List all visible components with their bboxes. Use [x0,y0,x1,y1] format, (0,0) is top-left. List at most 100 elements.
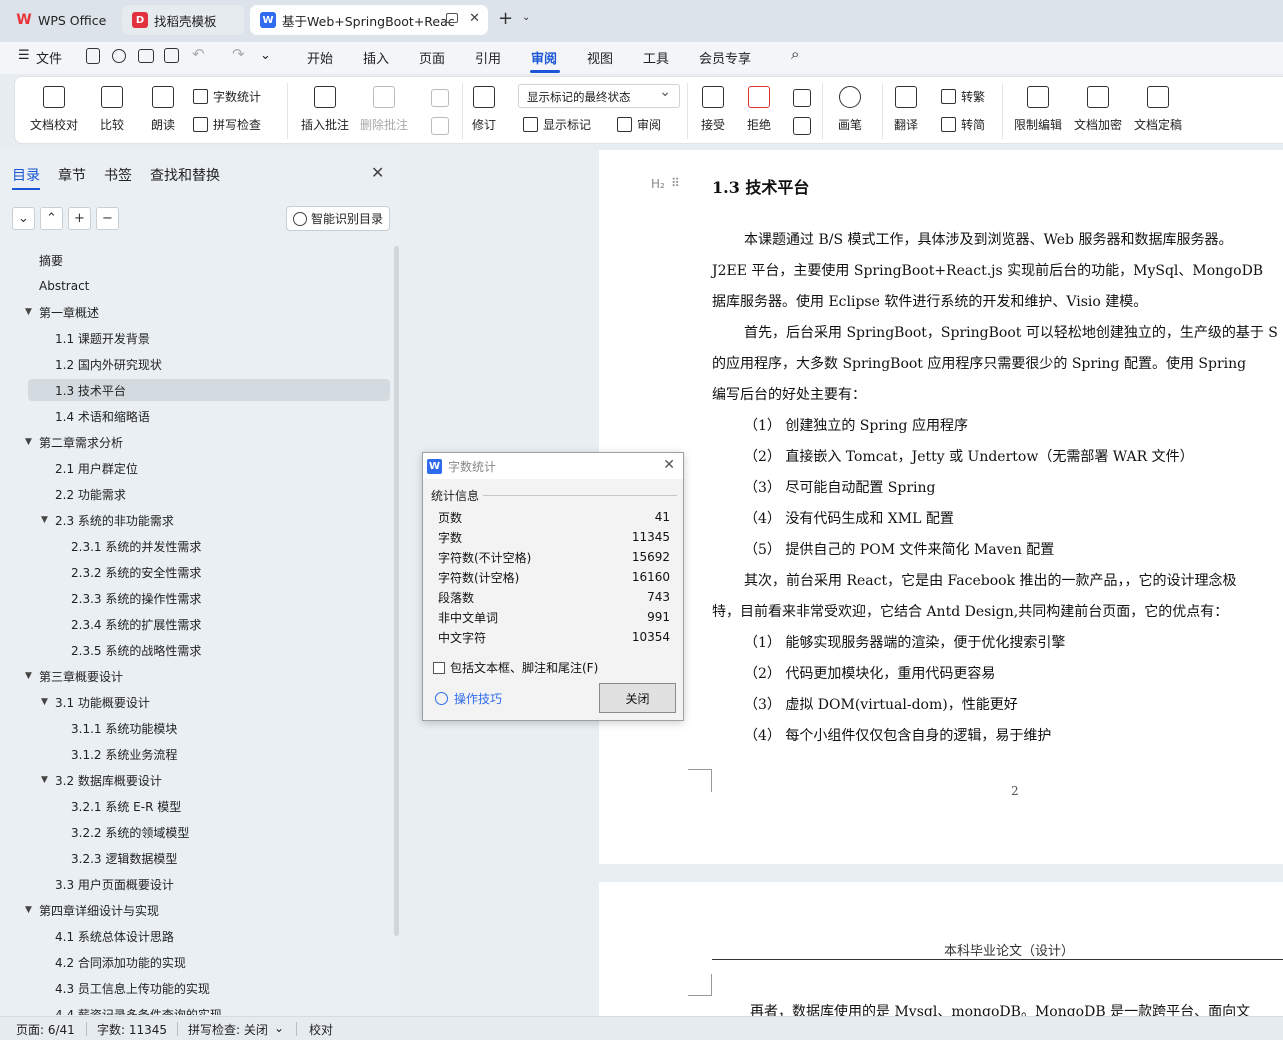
next-change-icon[interactable] [793,117,811,135]
writer-doc-icon: W [260,12,276,28]
collapse-all-button[interactable]: ⌃ [40,207,63,230]
expand-arrow-icon[interactable]: ▼ [41,515,48,525]
chevron-down-icon[interactable]: ⌄ [274,1021,284,1035]
include-textbox-checkbox[interactable]: 包括文本框、脚注和尾注(F) [433,659,598,676]
expand-all-button[interactable]: ⌄ [12,207,35,230]
ink-button[interactable]: 画笔 [838,86,862,133]
redo-icon[interactable]: ↷ [232,45,245,63]
more-chevron-icon[interactable]: ⌄ [260,48,271,63]
insert-comment-button[interactable]: 插入批注 [301,86,349,133]
tab-wps-office[interactable]: W WPS Office [6,5,116,35]
expand-arrow-icon[interactable]: ▼ [25,671,32,681]
translate-button[interactable]: 翻译 [894,86,918,133]
body-text-line: 据库服务器。使用 Eclipse 软件进行系统的开发和维护、Visio 建模。 [712,294,1148,310]
close-button[interactable]: 关闭 [599,683,676,713]
word-count-button[interactable]: 字数统计 [193,88,261,105]
menu-bar: ☰ 文件 ↶ ↷ ⌄ 开始 插入 页面 引用 审阅 视图 工具 会员专享 ⌕ [0,42,1283,74]
docer-logo-icon: D [132,12,148,28]
chevron-down-icon[interactable]: ⌄ [522,12,530,23]
close-panel-icon[interactable]: ✕ [371,163,384,182]
menu-file[interactable]: 文件 [36,48,62,67]
print-icon[interactable] [138,49,154,63]
tab-bookmarks[interactable]: 书签 [104,165,132,185]
page-indicator[interactable]: 页面: 6/41 [16,1021,75,1038]
previous-comment-icon[interactable] [431,89,449,107]
tips-link[interactable]: 操作技巧 [435,690,502,707]
stat-label: 中文字符 [438,630,487,645]
drag-handle-icon[interactable]: ⠿ [671,176,680,190]
menu-tools[interactable]: 工具 [643,48,669,67]
menu-review[interactable]: 审阅 [531,48,557,67]
finalize-button[interactable]: 文档定稿 [1134,86,1182,133]
dialog-title-bar[interactable]: W 字数统计 ✕ [423,453,683,479]
track-changes-button[interactable]: 修订 [472,86,496,133]
restrict-editing-button[interactable]: 限制编辑 [1014,86,1062,133]
tab-toc[interactable]: 目录 [12,165,40,185]
expand-arrow-icon[interactable]: ▼ [25,905,32,915]
word-count-indicator[interactable]: 字数: 11345 [97,1021,167,1038]
proofread-indicator[interactable]: 校对 [309,1021,333,1038]
spell-check-button[interactable]: 拼写检查 [193,116,261,133]
show-markup-button[interactable]: 显示标记 [523,116,591,133]
document-page[interactable]: 本科毕业论文（设计） 再者，数据库使用的是 Mysql、mongoDB。Mong… [599,882,1283,1016]
accept-button[interactable]: 接受 [701,86,725,133]
toc-item[interactable]: 1.3 技术平台 [28,379,390,401]
review-pane-button[interactable]: 审阅 [617,116,661,133]
panel-scrollbar[interactable] [394,246,399,936]
menu-insert[interactable]: 插入 [363,48,389,67]
body-text-line: （4） 每个小组件仅仅包含自身的逻辑，易于维护 [744,728,1052,744]
undo-icon[interactable]: ↶ [192,45,205,63]
document-page[interactable]: H₂ ⠿ 1.3 技术平台 本课题通过 B/S 模式工作，具体涉及到浏览器、We… [599,150,1283,864]
close-icon[interactable]: ✕ [663,457,675,473]
active-menu-indicator [530,70,560,73]
hamburger-icon[interactable]: ☰ [18,48,30,63]
search-icon[interactable]: ⌕ [791,45,799,63]
toc-item-label: 1.2 国内外研究现状 [55,357,162,372]
checkbox-box[interactable] [433,661,445,674]
previous-change-icon[interactable] [793,89,811,107]
reject-button[interactable]: 拒绝 [747,86,771,133]
toc-item-label: 1.3 技术平台 [55,383,126,398]
stat-row: 字数 11345 [438,527,670,547]
body-text-line: 其次，前台采用 React，它是由 Facebook 推出的一款产品，，它的设计… [744,573,1237,589]
delete-comment-button[interactable]: 删除批注 [360,86,408,133]
new-tab-icon[interactable]: + [498,8,513,29]
share-icon[interactable] [112,49,126,63]
expand-arrow-icon[interactable]: ▼ [41,775,48,785]
menu-home[interactable]: 开始 [307,48,333,67]
save-icon[interactable] [86,48,100,64]
toc-item-label: 2.3 系统的非功能需求 [55,513,174,528]
tab-label: 基于Web+SpringBoot+Reac [282,13,455,29]
print-preview-icon[interactable] [164,48,179,63]
menu-reference[interactable]: 引用 [475,48,501,67]
proofread-button[interactable]: 文档校对 [30,86,78,133]
ribbon-review: 文档校对 比较 朗读 字数统计 拼写检查 插入批注 删除批注 修订 显示标记的最… [14,76,1283,144]
markup-state-select[interactable]: 显示标记的最终状态 [518,84,680,108]
menu-view[interactable]: 视图 [587,48,613,67]
to-simplified-button[interactable]: 转简 [941,116,985,133]
tab-document[interactable]: W 基于Web+SpringBoot+Reac ✕ [250,5,488,35]
tab-chapters[interactable]: 章节 [58,165,86,185]
remove-level-button[interactable]: − [96,207,119,230]
toc-item-label: 3.3 用户页面概要设计 [55,877,174,892]
expand-arrow-icon[interactable]: ▼ [41,697,48,707]
menu-page[interactable]: 页面 [419,48,445,67]
translate-icon [895,86,917,108]
next-comment-icon[interactable] [431,117,449,135]
add-level-button[interactable]: + [68,207,91,230]
tab-find-replace[interactable]: 查找和替换 [150,165,220,185]
title-bar: W WPS Office D 找稻壳模板 W 基于Web+SpringBoot+… [0,0,1283,42]
spell-check-indicator[interactable]: 拼写检查: 关闭 [188,1021,268,1038]
compare-button[interactable]: 比较 [100,86,124,133]
encrypt-button[interactable]: 文档加密 [1074,86,1122,133]
read-aloud-button[interactable]: 朗读 [151,86,175,133]
to-traditional-button[interactable]: 转繁 [941,88,985,105]
smart-toc-button[interactable]: 智能识别目录 [286,206,390,231]
simplified-icon [941,117,956,132]
tab-template-store[interactable]: D 找稻壳模板 [122,5,244,35]
menu-member[interactable]: 会员专享 [699,48,751,67]
close-tab-icon[interactable]: ✕ [469,11,480,26]
monitor-icon[interactable] [446,13,458,23]
expand-arrow-icon[interactable]: ▼ [25,307,32,317]
expand-arrow-icon[interactable]: ▼ [25,437,32,447]
